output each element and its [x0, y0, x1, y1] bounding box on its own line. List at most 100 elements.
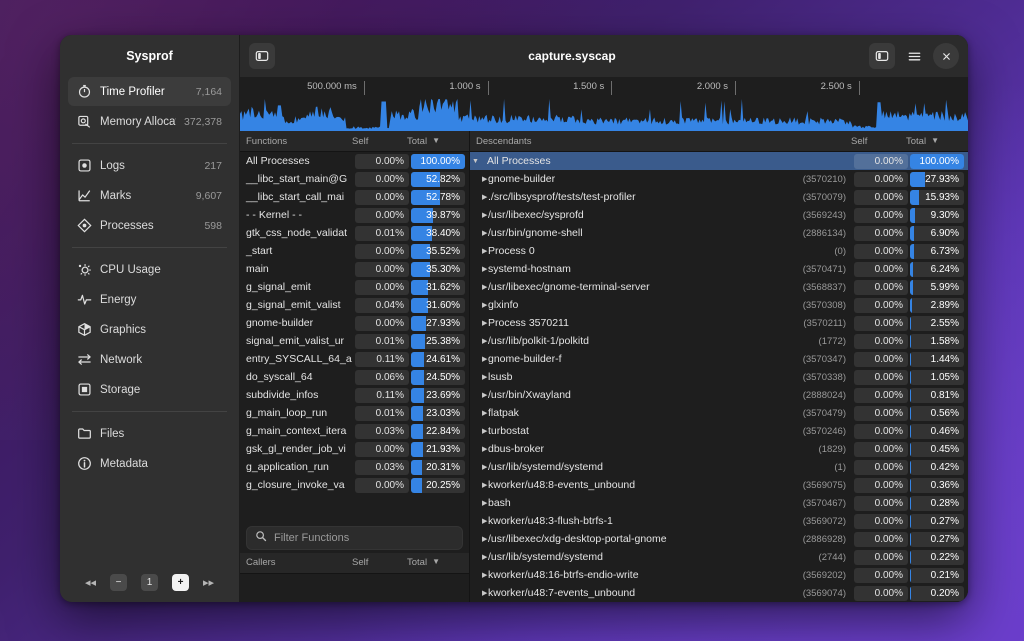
sidebar-item-network[interactable]: Network — [68, 345, 231, 374]
functions-table-row[interactable]: - - Kernel - - 0.00% 39.87% — [240, 206, 469, 224]
chevron-right-icon[interactable]: ▶ — [470, 373, 487, 381]
descendants-col-self[interactable]: Self — [851, 136, 906, 147]
chevron-right-icon[interactable]: ▶ — [470, 481, 487, 489]
chevron-right-icon[interactable]: ▶ — [470, 463, 487, 471]
functions-table-row[interactable]: subdivide_infos 0.11% 23.69% — [240, 386, 469, 404]
sidebar-item-memory-allocations[interactable]: Memory Allocations 372,378 — [68, 107, 231, 136]
sidebar-item-files[interactable]: Files — [68, 419, 231, 448]
functions-table-row[interactable]: __libc_start_main@G 0.00% 52.82% — [240, 170, 469, 188]
chevron-right-icon[interactable]: ▶ — [470, 283, 487, 291]
descendants-table-row[interactable]: ▶ kworker/u48:3-flush-btrfs-1 (3569072) 0.0… — [470, 512, 968, 530]
functions-table-row[interactable]: gsk_gl_render_job_vi 0.00% 21.93% — [240, 440, 469, 458]
descendants-table-row[interactable]: ▶/usr/libexec/gnome-terminal-server (3568… — [470, 278, 968, 296]
chevron-right-icon[interactable]: ▶ — [470, 517, 487, 525]
descendants-table-row[interactable]: ▶ gnome-builder-f (3570347) 0.00% 1.44% — [470, 350, 968, 368]
chevron-right-icon[interactable]: ▶ — [470, 301, 487, 309]
chevron-right-icon[interactable]: ▶ — [470, 193, 487, 201]
functions-table-row[interactable]: gtk_css_node_validat 0.01% 38.40% — [240, 224, 469, 242]
functions-table-row[interactable]: gnome-builder 0.00% 27.93% — [240, 314, 469, 332]
descendants-col-name[interactable]: Descendants — [476, 136, 851, 147]
chevron-right-icon[interactable]: ▶ — [470, 175, 487, 183]
chevron-right-icon[interactable]: ▶ — [470, 265, 487, 273]
functions-col-self[interactable]: Self — [352, 136, 407, 147]
sidebar-item-graphics[interactable]: Graphics — [68, 315, 231, 344]
zoom-level-button[interactable]: 1 — [141, 573, 158, 591]
callers-col-name[interactable]: Callers — [246, 557, 352, 568]
descendants-table-row[interactable]: ▶ flatpak (3570479) 0.00% 0.56% — [470, 404, 968, 422]
functions-table-row[interactable]: g_application_run 0.03% 20.31% — [240, 458, 469, 476]
chevron-right-icon[interactable]: ▶ — [470, 355, 487, 363]
filter-functions-box[interactable] — [246, 525, 463, 550]
descendants-table-row[interactable]: ▶ kworker/u48:8-events_unbound (3569075) 0.… — [470, 476, 968, 494]
callers-row-list[interactable] — [240, 573, 469, 602]
descendants-table-row[interactable]: ▶ kworker/u48:16-btrfs-endio-write (356920… — [470, 566, 968, 584]
functions-table-row[interactable]: signal_emit_valist_ur 0.01% 25.38% — [240, 332, 469, 350]
descendants-table-row[interactable]: ▶/usr/bin/Xwayland (2888024) 0.00% 0.81% — [470, 386, 968, 404]
descendants-table-row[interactable]: ▶ ./src/libsysprof/tests/test-profiler (35… — [470, 188, 968, 206]
sidebar-item-logs[interactable]: Logs 217 — [68, 151, 231, 180]
functions-table-row[interactable]: g_signal_emit 0.00% 31.62% — [240, 278, 469, 296]
descendants-col-total[interactable]: Total ▼ — [906, 136, 962, 147]
functions-table-row[interactable]: _start 0.00% 35.52% — [240, 242, 469, 260]
chevron-right-icon[interactable]: ▶ — [470, 535, 487, 543]
chevron-right-icon[interactable]: ▶ — [470, 571, 487, 579]
descendants-table-row[interactable]: ▶/usr/lib/polkit-1/polkitd (1772) 0.00% 1.5… — [470, 332, 968, 350]
callers-col-self[interactable]: Self — [352, 557, 407, 568]
sidebar-item-processes[interactable]: Processes 598 — [68, 211, 231, 240]
chevron-right-icon[interactable]: ▶ — [470, 499, 487, 507]
functions-table-row[interactable]: g_closure_invoke_va 0.00% 20.25% — [240, 476, 469, 494]
functions-table-row[interactable]: g_main_loop_run 0.01% 23.03% — [240, 404, 469, 422]
descendants-table-row[interactable]: ▶/usr/lib/systemd/systemd (2744) 0.00% 0.22… — [470, 548, 968, 566]
descendants-table-row[interactable]: ▶/usr/lib/systemd/systemd (1) 0.00% 0.42% — [470, 458, 968, 476]
close-icon[interactable] — [933, 43, 959, 69]
functions-col-total[interactable]: Total ▼ — [407, 136, 463, 147]
descendants-table-row[interactable]: ▶ lsusb (3570338) 0.00% 1.05% — [470, 368, 968, 386]
descendants-table-row[interactable]: ▶ Process 0 (0) 0.00% 6.73% — [470, 242, 968, 260]
chevron-right-icon[interactable]: ▶ — [470, 247, 487, 255]
chevron-right-icon[interactable]: ▶ — [470, 589, 487, 597]
functions-table-row[interactable]: entry_SYSCALL_64_a 0.11% 24.61% — [240, 350, 469, 368]
chevron-right-icon[interactable]: ▶ — [470, 229, 487, 237]
sidebar-item-metadata[interactable]: Metadata — [68, 449, 231, 478]
functions-table-row[interactable]: All Processes 0.00% 100.00% — [240, 152, 469, 170]
descendants-table-row[interactable]: ▶/usr/bin/gnome-shell (2886134) 0.00% 6.90% — [470, 224, 968, 242]
functions-table-row[interactable]: g_main_context_itera 0.03% 22.84% — [240, 422, 469, 440]
chevron-right-icon[interactable]: ▶ — [470, 391, 487, 399]
chevron-right-icon[interactable]: ▶ — [470, 445, 487, 453]
callers-col-total[interactable]: Total ▼ — [407, 557, 463, 568]
chevron-right-icon[interactable]: ▶ — [470, 427, 487, 435]
zoom-in-button[interactable]: + — [172, 573, 189, 591]
descendants-table-row[interactable]: ▶ systemd-hostnam (3570471) 0.00% 6.24% — [470, 260, 968, 278]
descendants-table-row[interactable]: ▶ kworker/u48:7-events_unbound (3569074) 0.… — [470, 584, 968, 602]
search-input[interactable] — [274, 531, 454, 544]
descendants-table-row[interactable]: ▶ bash (3570467) 0.00% 0.28% — [470, 494, 968, 512]
sidebar-item-time-profiler[interactable]: Time Profiler 7,164 — [68, 77, 231, 106]
functions-row-list[interactable]: All Processes 0.00% 100.00% __libc_start_ma… — [240, 152, 469, 523]
panel-toggle-icon[interactable] — [869, 43, 895, 69]
skip-backward-button[interactable]: ◂◂ — [85, 576, 96, 589]
descendants-table-row[interactable]: ▶ dbus-broker (1829) 0.00% 0.45% — [470, 440, 968, 458]
descendants-table-row[interactable]: ▶ glxinfo (3570308) 0.00% 2.89% — [470, 296, 968, 314]
sidebar-item-marks[interactable]: Marks 9,607 — [68, 181, 231, 210]
sidebar-item-cpu-usage[interactable]: CPU Usage — [68, 255, 231, 284]
timeline[interactable]: 500.000 ms 1.000 s 1.500 s 2.000 s 2.500 s — [240, 77, 968, 131]
descendants-table-row[interactable]: ▼ All Processes 0.00% 100.00% — [470, 152, 968, 170]
descendants-table-row[interactable]: ▶/usr/libexec/xdg-desktop-portal-gnome (2… — [470, 530, 968, 548]
sidebar-toggle-icon[interactable] — [249, 43, 275, 69]
functions-table-row[interactable]: main 0.00% 35.30% — [240, 260, 469, 278]
chevron-right-icon[interactable]: ▶ — [470, 553, 487, 561]
zoom-out-button[interactable]: − — [110, 573, 127, 591]
descendants-table-row[interactable]: ▶ gnome-builder (3570210) 0.00% 27.93% — [470, 170, 968, 188]
functions-table-row[interactable]: do_syscall_64 0.06% 24.50% — [240, 368, 469, 386]
functions-table-row[interactable]: __libc_start_call_mai 0.00% 52.78% — [240, 188, 469, 206]
chevron-right-icon[interactable]: ▶ — [470, 337, 487, 345]
descendants-table-row[interactable]: ▶/usr/libexec/sysprofd (3569243) 0.00% 9.30… — [470, 206, 968, 224]
chevron-down-icon[interactable]: ▼ — [470, 158, 481, 165]
chevron-right-icon[interactable]: ▶ — [470, 409, 487, 417]
functions-table-row[interactable]: g_signal_emit_valist 0.04% 31.60% — [240, 296, 469, 314]
chevron-right-icon[interactable]: ▶ — [470, 211, 487, 219]
functions-col-name[interactable]: Functions — [246, 136, 352, 147]
descendants-table-row[interactable]: ▶ Process 3570211 (3570211) 0.00% 2.55% — [470, 314, 968, 332]
menu-icon[interactable] — [901, 43, 927, 69]
skip-forward-button[interactable]: ▸▸ — [203, 576, 214, 589]
